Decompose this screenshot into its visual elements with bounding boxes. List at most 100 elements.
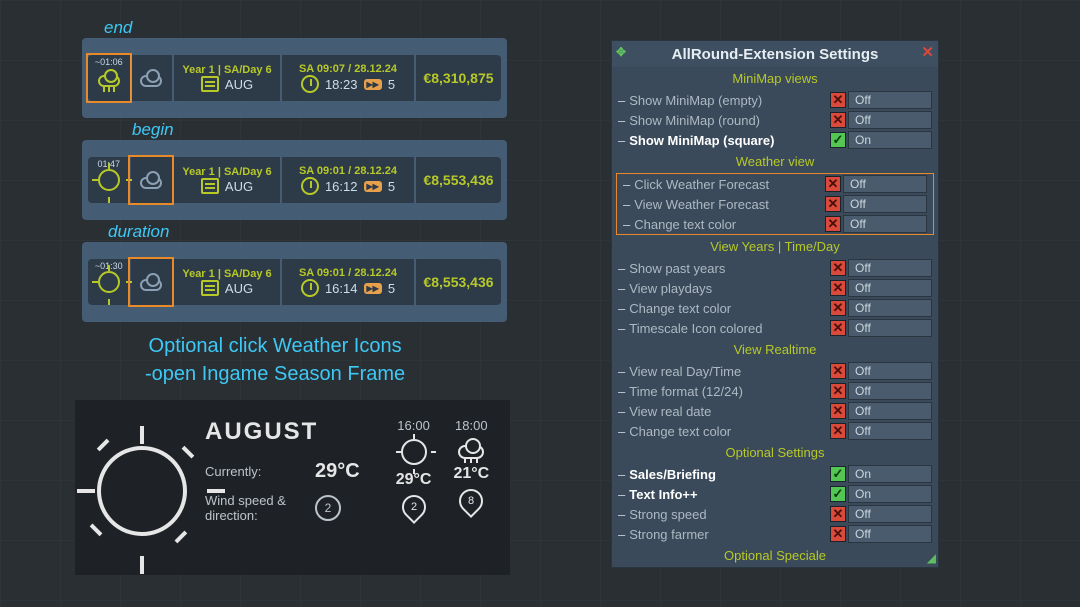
checkbox[interactable]: ✕ <box>830 320 846 336</box>
checkbox[interactable]: ✕ <box>830 526 846 542</box>
time-segment: SA 09:01 / 28.12.2416:12▶▶5 <box>282 157 414 203</box>
setting-state[interactable]: Off <box>843 175 927 193</box>
checkbox[interactable]: ✕ <box>825 196 841 212</box>
checkbox[interactable]: ✓ <box>830 466 846 482</box>
setting-label: Change text color <box>629 424 830 439</box>
setting-row: –View playdays✕Off <box>612 278 938 298</box>
rain-icon[interactable] <box>98 75 120 87</box>
setting-row: –Text Info++✓On <box>612 484 938 504</box>
setting-state[interactable]: On <box>848 131 932 149</box>
checkbox[interactable]: ✕ <box>830 363 846 379</box>
weather-segment[interactable]: 01:47 <box>88 157 172 203</box>
checkbox[interactable]: ✕ <box>830 112 846 128</box>
calendar-icon <box>201 280 219 296</box>
setting-label: Change text color <box>634 217 825 232</box>
rain-icon <box>458 445 484 459</box>
checkbox[interactable]: ✕ <box>825 176 841 192</box>
setting-label: View real date <box>629 404 830 419</box>
hud-label: duration <box>108 222 169 242</box>
fast-forward-icon[interactable]: ▶▶ <box>364 283 382 294</box>
fast-forward-icon[interactable]: ▶▶ <box>364 181 382 192</box>
sun-icon[interactable] <box>98 169 120 191</box>
setting-row: –Show past years✕Off <box>612 258 938 278</box>
checkbox[interactable]: ✕ <box>830 280 846 296</box>
setting-label: Time format (12/24) <box>629 384 830 399</box>
wind-icon: 2 <box>315 495 341 521</box>
weather-segment[interactable]: ~01:06 <box>88 55 172 101</box>
checkbox[interactable]: ✕ <box>830 423 846 439</box>
calendar-icon <box>201 76 219 92</box>
checkbox[interactable]: ✕ <box>830 506 846 522</box>
hud-bar: duration~01:30Year 1 | SA/Day 6AUGSA 09:… <box>82 242 507 322</box>
checkbox[interactable]: ✓ <box>830 132 846 148</box>
setting-label: View Weather Forecast <box>634 197 825 212</box>
fast-forward-icon[interactable]: ▶▶ <box>364 79 382 90</box>
setting-state[interactable]: Off <box>848 299 932 317</box>
setting-state[interactable]: Off <box>848 362 932 380</box>
time-segment: SA 09:01 / 28.12.2416:14▶▶5 <box>282 259 414 305</box>
date-segment: Year 1 | SA/Day 6AUG <box>174 259 280 305</box>
forecast: 16:0029°C218:0021°C8 <box>396 418 490 557</box>
setting-state[interactable]: Off <box>843 195 927 213</box>
move-handle-icon[interactable]: ✥ <box>616 45 626 59</box>
checkbox[interactable]: ✕ <box>830 260 846 276</box>
forecast-temp: 21°C <box>453 465 489 483</box>
setting-row: –Show MiniMap (square)✓On <box>612 130 938 150</box>
checkbox[interactable]: ✕ <box>830 92 846 108</box>
checkbox[interactable]: ✕ <box>830 403 846 419</box>
forecast-temp: 29°C <box>396 471 432 489</box>
setting-state[interactable]: Off <box>848 422 932 440</box>
setting-row: –Strong farmer✕Off <box>612 524 938 544</box>
date-segment: Year 1 | SA/Day 6AUG <box>174 55 280 101</box>
settings-panel: ✥ AllRound-Extension Settings ✕ MiniMap … <box>611 40 939 568</box>
setting-row: –Strong speed✕Off <box>612 504 938 524</box>
season-frame: AUGUST Currently: 29°C Wind speed & dire… <box>75 400 510 575</box>
setting-row: –View real Day/Time✕Off <box>612 361 938 381</box>
setting-state[interactable]: Off <box>848 505 932 523</box>
setting-state[interactable]: On <box>848 465 932 483</box>
weather-segment[interactable]: ~01:30 <box>88 259 172 305</box>
section-title: View Years | Time/Day <box>612 235 938 258</box>
setting-state[interactable]: Off <box>848 402 932 420</box>
hud-label: end <box>104 18 132 38</box>
setting-label: Timescale Icon colored <box>629 321 830 336</box>
checkbox[interactable]: ✕ <box>825 216 841 232</box>
setting-row: –Show MiniMap (empty)✕Off <box>612 90 938 110</box>
money-segment: €8,553,436 <box>416 157 501 203</box>
setting-label: Show MiniMap (empty) <box>629 93 830 108</box>
setting-label: View playdays <box>629 281 830 296</box>
setting-label: Sales/Briefing <box>629 467 830 482</box>
setting-label: Click Weather Forecast <box>634 177 825 192</box>
sun-icon[interactable] <box>98 271 120 293</box>
cloud-icon[interactable] <box>140 75 162 87</box>
setting-row: –Time format (12/24)✕Off <box>612 381 938 401</box>
currently-temp: 29°C <box>315 460 360 483</box>
setting-state[interactable]: Off <box>848 382 932 400</box>
setting-state[interactable]: Off <box>848 525 932 543</box>
section-title: View Realtime <box>612 338 938 361</box>
checkbox[interactable]: ✕ <box>830 300 846 316</box>
setting-state[interactable]: Off <box>848 111 932 129</box>
hud-bar: end~01:06Year 1 | SA/Day 6AUGSA 09:07 / … <box>82 38 507 118</box>
panel-titlebar: ✥ AllRound-Extension Settings ✕ <box>612 41 938 67</box>
setting-state[interactable]: Off <box>848 319 932 337</box>
checkbox[interactable]: ✓ <box>830 486 846 502</box>
panel-title: AllRound-Extension Settings <box>672 46 879 63</box>
hud-label: begin <box>132 120 174 140</box>
setting-state[interactable]: Off <box>843 215 927 233</box>
setting-label: Show MiniMap (square) <box>629 133 830 148</box>
pin-icon: 8 <box>454 484 488 518</box>
checkbox[interactable]: ✕ <box>830 383 846 399</box>
forecast-column: 16:0029°C2 <box>396 418 432 519</box>
close-icon[interactable]: ✕ <box>921 43 934 61</box>
setting-state[interactable]: Off <box>848 279 932 297</box>
setting-state[interactable]: Off <box>848 91 932 109</box>
setting-state[interactable]: Off <box>848 259 932 277</box>
section-title: Optional Speciale <box>612 544 938 567</box>
resize-handle-icon[interactable]: ◢ <box>927 551 936 565</box>
setting-state[interactable]: On <box>848 485 932 503</box>
money-segment: €8,310,875 <box>416 55 501 101</box>
cloud-icon[interactable] <box>140 279 162 291</box>
setting-label: Text Info++ <box>629 487 830 502</box>
cloud-icon[interactable] <box>140 177 162 189</box>
